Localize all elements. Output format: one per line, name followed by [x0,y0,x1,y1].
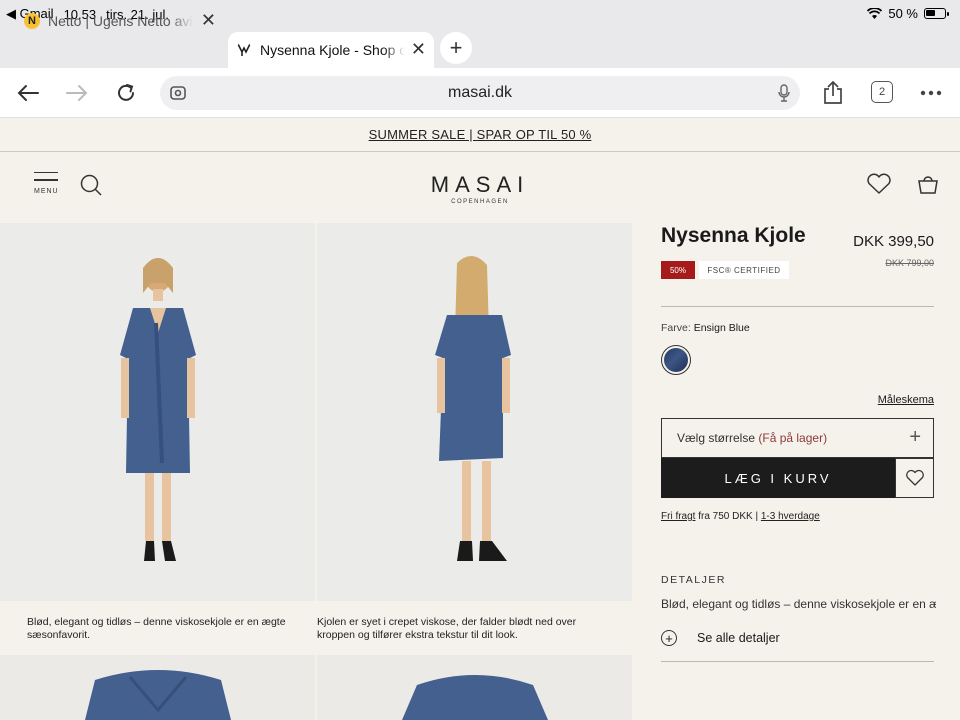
divider [661,661,934,662]
share-icon [824,81,842,104]
wifi-icon [867,7,883,19]
shipping-info: Fri fragt fra 750 DKK | 1-3 hverdage [661,511,820,522]
share-button[interactable] [818,78,848,108]
product-image-detail-1[interactable] [0,655,315,720]
tab-title: Netto | Ugens Netto avis [48,13,193,29]
dress-detail-illustration [85,670,231,720]
delivery-time-link[interactable]: 1-3 hverdage [761,511,820,522]
stock-status: (Få på lager) [758,431,828,445]
size-select-label: Vælg størrelse (Få på lager) [677,431,827,445]
netto-favicon-icon: N [24,13,40,29]
address-bar[interactable]: masai.dk [160,76,800,110]
product-image-front[interactable] [0,223,315,601]
image-caption: Kjolen er syet i crepet viskose, der fal… [317,616,577,641]
battery-icon [924,8,949,19]
close-tab-icon[interactable]: ✕ [411,39,426,60]
original-price: DKK 799,00 [885,258,934,268]
model-back-illustration [435,255,511,561]
logo-subtext: COPENHAGEN [451,199,509,205]
battery-percent: 50 % [888,6,918,21]
more-dots-icon [920,90,942,96]
tab-title: Nysenna Kjole - Shop online [260,42,405,58]
add-to-wishlist-button[interactable] [895,458,934,498]
color-label-prefix: Farve: [661,322,691,334]
arrow-right-icon [66,85,88,101]
size-select[interactable]: Vælg størrelse (Få på lager) + [661,418,934,458]
details-text: Blød, elegant og tidløs – denne viskosek… [661,597,936,611]
color-name: Ensign Blue [693,322,750,334]
product-title: Nysenna Kjole [661,224,806,247]
shipping-threshold: fra 750 DKK | [698,511,759,522]
back-button[interactable] [13,78,43,108]
plus-icon: + [909,426,921,448]
color-swatch-ensign-blue[interactable] [661,345,691,375]
site-header: MENU MASAI COPENHAGEN [0,152,960,222]
current-price: DKK 399,50 [853,233,934,250]
reload-button[interactable] [111,78,141,108]
tab-count-button[interactable]: 2 [871,81,893,103]
close-tab-icon[interactable]: ✕ [201,10,216,31]
divider [661,306,934,307]
reload-icon [118,84,134,101]
masai-favicon-icon [237,43,251,56]
product-image-back[interactable] [317,223,632,601]
arrow-left-icon [17,85,39,101]
size-guide-link[interactable]: Måleskema [878,394,934,406]
model-front-illustration [120,258,196,561]
shopping-bag-icon[interactable] [917,174,939,194]
details-heading: DETALJER [661,574,726,586]
see-all-details-button[interactable]: + Se alle detaljer [661,630,780,646]
site-logo[interactable]: MASAI COPENHAGEN [0,172,960,205]
product-image-detail-2[interactable] [317,655,632,720]
promo-banner-link[interactable]: SUMMER SALE | SPAR OP TIL 50 % [0,118,960,152]
add-to-cart-button[interactable]: LÆG I KURV [661,458,895,498]
microphone-icon[interactable] [778,84,790,102]
forward-button[interactable] [62,78,92,108]
browser-tab-netto[interactable]: N Netto | Ugens Netto avis ✕ [14,4,224,38]
fsc-badge: FSC® CERTIFIED [699,261,789,279]
plus-circle-icon: + [661,630,677,646]
wishlist-heart-icon[interactable] [866,173,892,195]
discount-badge: 50% [661,261,695,279]
more-options-button[interactable] [916,78,946,108]
browser-toolbar: masai.dk 2 [0,68,960,118]
browser-tab-masai[interactable]: Nysenna Kjole - Shop online ✕ [228,32,434,68]
image-caption: Blød, elegant og tidløs – denne viskosek… [27,616,286,641]
size-select-text: Vælg størrelse [677,431,756,445]
swatch-fill [664,348,688,372]
logo-text: MASAI [430,172,530,197]
new-tab-button[interactable]: + [440,32,472,64]
heart-icon [905,469,924,486]
see-all-label: Se alle detaljer [697,631,780,645]
url-text: masai.dk [447,84,513,101]
dress-detail-illustration [402,675,548,720]
free-shipping-link[interactable]: Fri fragt [661,511,695,522]
color-label: Farve: Ensign Blue [661,322,750,334]
